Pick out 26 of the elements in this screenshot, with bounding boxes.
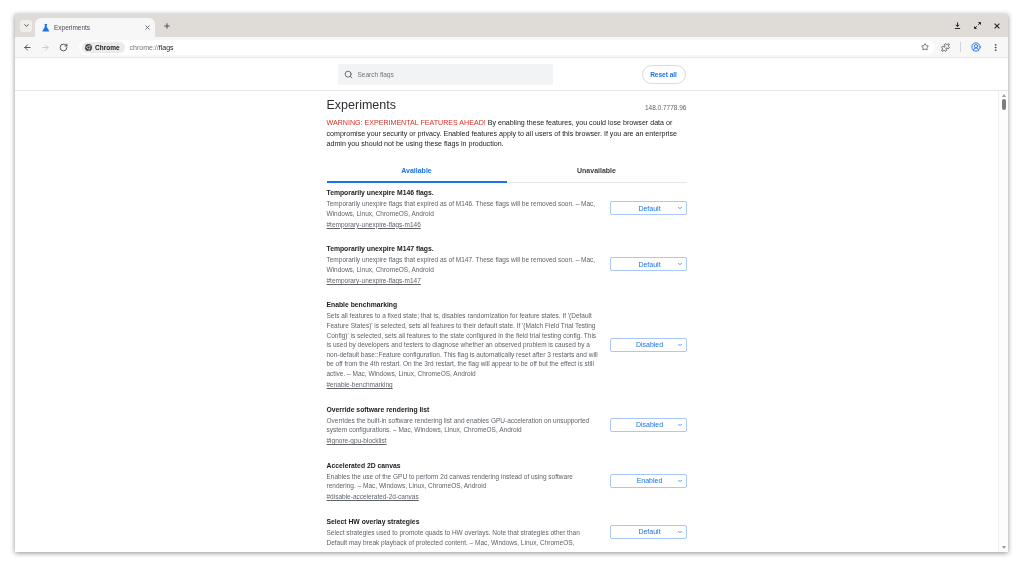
menu-icon[interactable] (991, 42, 1000, 52)
chevron-down-icon (22, 22, 30, 29)
profile-icon[interactable] (971, 42, 981, 52)
chevron-down-icon (676, 261, 683, 268)
scrollbar-thumb[interactable] (1001, 99, 1006, 110)
scroll-up-icon[interactable] (1001, 94, 1006, 97)
reload-icon[interactable] (58, 42, 68, 52)
back-arrow-icon[interactable] (22, 42, 32, 52)
scroll-down-icon[interactable] (1001, 546, 1006, 549)
maximize-icon[interactable] (974, 22, 981, 29)
scrollbar[interactable] (998, 91, 1008, 552)
flask-icon (42, 23, 50, 32)
plus-icon[interactable] (163, 21, 171, 30)
search-icon (343, 69, 353, 79)
page-title: Experiments (326, 97, 396, 113)
tab-search-button[interactable] (20, 19, 32, 32)
chevron-down-icon (676, 341, 683, 348)
star-icon[interactable] (921, 43, 929, 51)
chevron-down-icon (676, 528, 683, 535)
logo-icon (85, 43, 92, 51)
chevron-down-icon (676, 205, 683, 212)
minimize-icon[interactable] (954, 22, 961, 29)
puzzle-icon[interactable] (941, 42, 950, 52)
close-icon[interactable] (994, 22, 1000, 29)
chevron-down-icon (676, 477, 683, 484)
chevron-down-icon (676, 421, 683, 428)
